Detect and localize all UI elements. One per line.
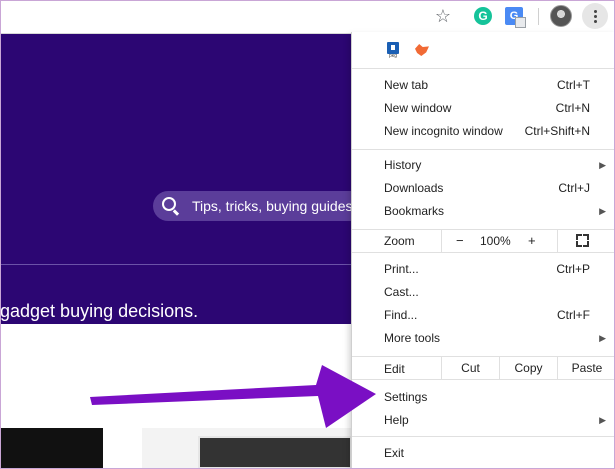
menu-item-bookmarks[interactable]: Bookmarks ▶	[384, 201, 608, 221]
grammarly-icon: G	[474, 7, 492, 25]
hero-tagline: gadget buying decisions.	[0, 301, 199, 321]
hero-banner: Tips, tricks, buying guides gadget buyin…	[0, 34, 352, 324]
submenu-arrow-icon: ▶	[599, 332, 606, 343]
menu-item-shortcut: Ctrl+F	[557, 308, 590, 322]
menu-item-label: Find...	[384, 308, 418, 322]
grammarly-extension-icon[interactable]: G	[472, 5, 494, 27]
menu-item-label: Help	[384, 413, 409, 427]
arrow-shape	[90, 365, 376, 428]
more-vert-icon[interactable]	[582, 3, 608, 29]
hero-divider	[0, 264, 352, 265]
menu-separator	[352, 149, 615, 150]
site-search-box[interactable]: Tips, tricks, buying guides	[153, 191, 352, 221]
browser-toolbar: ☆ G G	[0, 0, 615, 34]
menu-item-settings[interactable]: Settings	[384, 387, 608, 407]
menu-item-label: New incognito window	[384, 124, 503, 138]
zoom-out-button[interactable]: −	[456, 233, 464, 248]
menu-item-find[interactable]: Find... Ctrl+F	[384, 305, 608, 325]
menu-item-print[interactable]: Print... Ctrl+P	[384, 259, 608, 279]
submenu-arrow-icon: ▶	[599, 205, 606, 216]
menu-item-label: Print...	[384, 262, 419, 276]
menu-item-label: New tab	[384, 78, 429, 92]
google-translate-extension-icon[interactable]: G	[503, 5, 526, 28]
menu-item-label: Downloads	[384, 181, 444, 195]
menu-item-downloads[interactable]: Downloads Ctrl+J	[384, 178, 608, 198]
zoom-label: Zoom	[384, 234, 415, 248]
paste-button[interactable]: Paste	[557, 357, 615, 379]
menu-item-new-tab[interactable]: New tab Ctrl+T	[384, 75, 608, 95]
menu-item-label: Cast...	[384, 285, 419, 299]
menu-item-label: More tools	[384, 331, 441, 345]
menu-item-new-incognito-window[interactable]: New incognito window Ctrl+Shift+N	[384, 121, 608, 141]
menu-item-more-tools[interactable]: More tools ▶	[384, 328, 608, 348]
menu-separator	[352, 252, 615, 253]
menu-item-help[interactable]: Help ▶	[384, 410, 608, 430]
package-extension-label: pkg	[388, 53, 398, 59]
menu-item-label: Exit	[384, 446, 405, 460]
search-icon	[162, 197, 180, 215]
copy-button[interactable]: Copy	[499, 357, 557, 379]
package-extension-icon[interactable]: pkg	[385, 42, 401, 59]
edit-label: Edit	[384, 362, 405, 376]
search-placeholder: Tips, tricks, buying guides	[191, 198, 352, 214]
menu-item-cast[interactable]: Cast...	[384, 282, 608, 302]
menu-item-label: History	[384, 158, 422, 172]
menu-item-shortcut: Ctrl+Shift+N	[524, 124, 590, 138]
zoom-in-button[interactable]: +	[528, 233, 536, 248]
menu-item-shortcut: Ctrl+J	[558, 181, 590, 195]
menu-item-new-window[interactable]: New window Ctrl+N	[384, 98, 608, 118]
fullscreen-icon[interactable]	[576, 234, 589, 247]
zoom-level: 100%	[480, 234, 511, 248]
menu-item-shortcut: Ctrl+T	[557, 78, 590, 92]
bookmark-star-icon[interactable]: ☆	[432, 5, 454, 27]
menu-item-label: Settings	[384, 390, 428, 404]
toolbar-divider	[538, 8, 539, 25]
menu-item-shortcut: Ctrl+N	[555, 101, 590, 115]
menu-separator	[352, 68, 615, 69]
menu-item-shortcut: Ctrl+P	[556, 262, 590, 276]
menu-separator	[352, 436, 615, 437]
profile-avatar[interactable]	[550, 5, 572, 27]
laptop-screen-image	[198, 436, 352, 469]
article-thumbnail[interactable]	[0, 428, 103, 469]
menu-item-history[interactable]: History ▶	[384, 155, 608, 175]
menu-item-exit[interactable]: Exit	[384, 443, 608, 463]
submenu-arrow-icon: ▶	[599, 159, 606, 170]
menu-item-label: New window	[384, 101, 452, 115]
translate-icon: G	[505, 7, 526, 28]
menu-edit-row: Edit Cut Copy Paste	[352, 357, 615, 379]
menu-separator	[352, 379, 615, 380]
menu-zoom-row: Zoom − 100% +	[352, 230, 615, 252]
submenu-arrow-icon: ▶	[599, 414, 606, 425]
chrome-main-menu: pkg New tab Ctrl+T New window Ctrl+N New…	[351, 32, 615, 469]
cut-button[interactable]: Cut	[441, 357, 499, 379]
fox-extension-icon[interactable]	[415, 42, 431, 58]
menu-item-label: Bookmarks	[384, 204, 445, 218]
